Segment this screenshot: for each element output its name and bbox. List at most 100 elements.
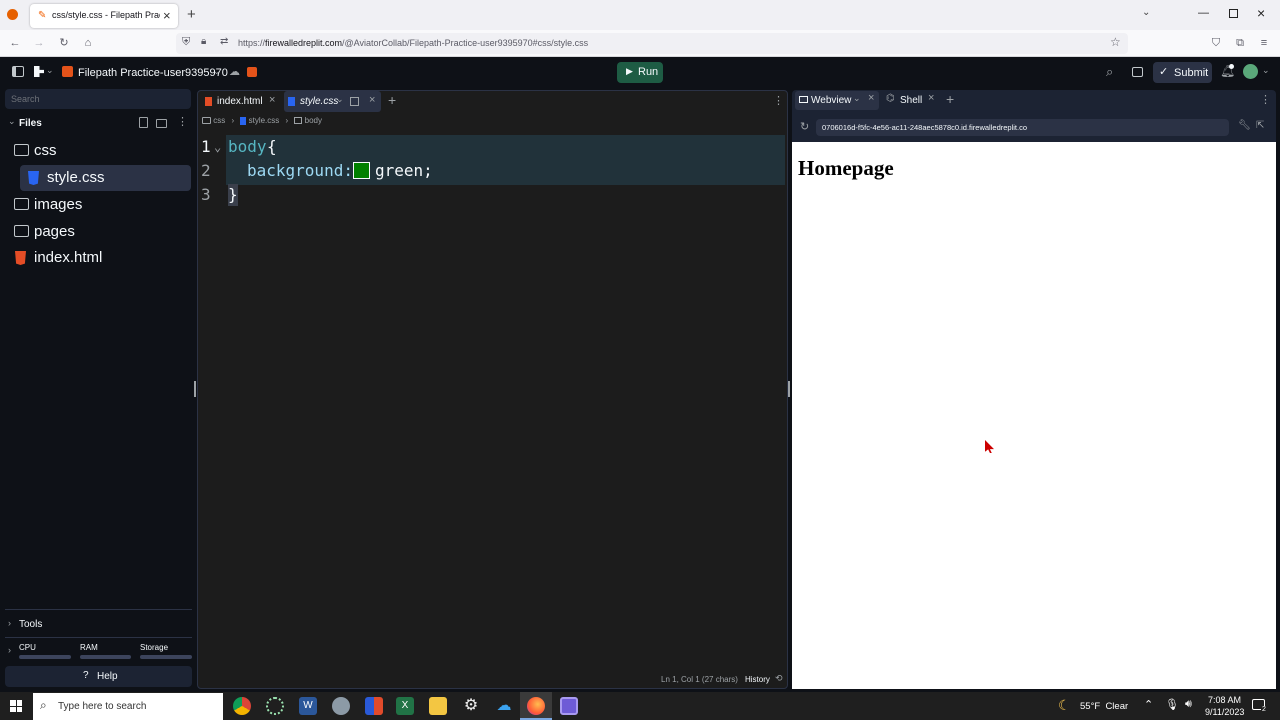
split-view-icon[interactable] bbox=[350, 97, 359, 106]
file-item-images-folder[interactable]: images bbox=[6, 192, 191, 218]
file-explorer-icon[interactable] bbox=[429, 697, 447, 715]
help-button[interactable]: ? Help bbox=[5, 666, 192, 687]
firefox-menu-icon[interactable] bbox=[7, 9, 18, 20]
history-icon[interactable]: ⟲ bbox=[775, 673, 783, 684]
files-more-icon[interactable]: ⋮ bbox=[177, 115, 188, 128]
file-item-style-css[interactable]: style.css bbox=[20, 165, 191, 191]
reload-icon[interactable]: ↻ bbox=[55, 30, 73, 57]
back-icon[interactable]: ← bbox=[6, 30, 24, 57]
project-name[interactable]: Filepath Practice-user9395970 bbox=[78, 67, 228, 79]
new-folder-icon[interactable] bbox=[156, 119, 167, 128]
cursor-position[interactable]: Ln 1, Col 1 (27 chars) bbox=[661, 675, 738, 684]
clock-date[interactable]: 9/11/2023 bbox=[1205, 707, 1244, 717]
url-bar[interactable]: ⛨ 🔒︎ ⇄ https://firewalledreplit.com/@Avi… bbox=[176, 33, 1128, 54]
file-search-input[interactable]: Search bbox=[5, 89, 191, 109]
avatar[interactable] bbox=[1243, 64, 1258, 79]
tab-shell[interactable]: ⌬ Shell × bbox=[884, 91, 940, 110]
editor-more-icon[interactable]: ⋮ bbox=[773, 94, 784, 107]
loader-app-icon[interactable] bbox=[266, 697, 284, 715]
devtools-icon[interactable]: 🔧︎ bbox=[1238, 120, 1251, 131]
color-swatch[interactable] bbox=[353, 162, 370, 179]
cloud-icon[interactable]: ☁ bbox=[229, 65, 240, 78]
shield-icon[interactable]: ⛨ bbox=[182, 36, 190, 49]
extensions-icon[interactable]: ⧉ bbox=[1231, 30, 1249, 57]
chat-icon[interactable] bbox=[1132, 67, 1143, 77]
breadcrumb-item[interactable]: style.css bbox=[249, 116, 280, 125]
forward-icon[interactable]: → bbox=[30, 30, 48, 57]
onedrive-icon[interactable]: ☁ bbox=[495, 697, 513, 715]
tab-webview[interactable]: Webview ⌄ × bbox=[795, 91, 879, 110]
file-item-css-folder[interactable]: css bbox=[6, 138, 191, 164]
webview-url-input[interactable]: 0706016d-f5fc-4e56-ac11-248aec5878c0.id.… bbox=[816, 119, 1229, 136]
sidebar-resize-handle[interactable] bbox=[194, 381, 196, 397]
logo-chevron-icon[interactable]: ⌄ bbox=[46, 65, 54, 76]
lock-icon[interactable]: 🔒︎ bbox=[201, 36, 206, 47]
breadcrumb-item[interactable]: css bbox=[213, 116, 225, 125]
tab-chevron-icon[interactable]: ⌄ bbox=[853, 93, 861, 104]
file-item-pages-folder[interactable]: pages bbox=[6, 219, 191, 245]
run-button[interactable]: ▶ Run bbox=[617, 62, 663, 83]
close-window-icon[interactable]: × bbox=[1257, 5, 1265, 21]
minimize-icon[interactable]: — bbox=[1198, 7, 1209, 19]
new-editor-tab-icon[interactable]: + bbox=[388, 92, 396, 108]
tab-close-icon[interactable]: × bbox=[269, 94, 275, 106]
paint-app-icon[interactable] bbox=[332, 697, 350, 715]
replit-logo-icon[interactable] bbox=[34, 66, 44, 77]
editor-tab-style[interactable]: style.css ⌄ × bbox=[284, 91, 381, 112]
resources-chevron-icon[interactable]: › bbox=[8, 645, 11, 655]
code-line-3[interactable]: 3 } bbox=[198, 184, 788, 208]
taskbar-search-input[interactable]: ⌕ Type here to search bbox=[33, 693, 223, 720]
home-icon[interactable]: ⌂ bbox=[79, 30, 97, 57]
tab-close-icon[interactable]: × bbox=[369, 94, 375, 106]
tab-close-icon[interactable]: × bbox=[163, 8, 171, 23]
new-file-icon[interactable] bbox=[139, 117, 148, 128]
weather-text[interactable]: 55°F Clear bbox=[1080, 701, 1128, 712]
editor-tab-index[interactable]: index.html × bbox=[202, 91, 284, 112]
history-button[interactable]: History bbox=[745, 675, 770, 684]
word-icon[interactable]: W bbox=[299, 697, 317, 715]
tab-chevron-icon[interactable]: ⌄ bbox=[336, 94, 344, 105]
new-tab-button[interactable]: + bbox=[187, 6, 196, 23]
bookmark-star-icon[interactable]: ☆ bbox=[1110, 35, 1121, 49]
tools-label[interactable]: Tools bbox=[19, 619, 42, 630]
dotreplit-icon[interactable] bbox=[247, 67, 257, 77]
tab-close-icon[interactable]: × bbox=[928, 92, 934, 104]
new-pane-tab-icon[interactable]: + bbox=[946, 91, 954, 107]
excel-icon[interactable]: X bbox=[396, 697, 414, 715]
volume-icon[interactable]: 🔊︎ bbox=[1185, 698, 1192, 711]
firefox-taskbar-active[interactable] bbox=[520, 692, 552, 720]
files-collapse-icon[interactable]: ⌄ bbox=[8, 116, 16, 127]
open-new-tab-icon[interactable]: ⇱ bbox=[1256, 120, 1264, 131]
restore-icon[interactable] bbox=[1229, 9, 1238, 18]
toggle-sidebar-icon[interactable] bbox=[12, 66, 24, 77]
permissions-icon[interactable]: ⇄ bbox=[220, 36, 228, 47]
media-app-icon[interactable] bbox=[365, 697, 383, 715]
tools-chevron-icon[interactable]: › bbox=[8, 618, 11, 628]
hidden-icons-chevron-icon[interactable]: ⌃ bbox=[1144, 698, 1153, 711]
search-icon[interactable]: ⌕ bbox=[1106, 64, 1113, 80]
weather-icon[interactable]: ☾ bbox=[1058, 697, 1071, 714]
webview-reload-icon[interactable]: ↻ bbox=[800, 120, 809, 133]
project-chevron-icon[interactable]: ⌄ bbox=[213, 66, 221, 77]
code-line-2[interactable]: 2 background: green; bbox=[198, 160, 788, 184]
breadcrumb-item[interactable]: body bbox=[305, 116, 322, 125]
fold-chevron-icon[interactable]: ⌄ bbox=[214, 136, 221, 158]
pocket-icon[interactable]: ⛉ bbox=[1207, 30, 1225, 57]
code-line-1[interactable]: 1 ⌄ body { bbox=[198, 136, 788, 160]
files-heading[interactable]: Files bbox=[19, 118, 42, 129]
microphone-icon[interactable]: 🎙︎ bbox=[1165, 698, 1179, 711]
clock-time[interactable]: 7:08 AM bbox=[1208, 695, 1241, 705]
settings-gear-icon[interactable]: ⚙ bbox=[462, 697, 480, 715]
submit-button[interactable]: ✓ Submit bbox=[1153, 62, 1212, 83]
avatar-chevron-icon[interactable]: ⌄ bbox=[1262, 65, 1270, 76]
webview-more-icon[interactable]: ⋮ bbox=[1260, 93, 1271, 106]
tab-list-icon[interactable]: ⌄ bbox=[1142, 7, 1150, 18]
chrome-icon[interactable] bbox=[233, 697, 251, 715]
tab-close-icon[interactable]: × bbox=[868, 92, 874, 104]
editor-resize-handle[interactable] bbox=[788, 381, 790, 397]
menu-icon[interactable]: ≡ bbox=[1255, 30, 1273, 57]
windows-start-icon[interactable] bbox=[10, 700, 22, 712]
file-item-index-html[interactable]: index.html bbox=[6, 245, 191, 271]
devtool-app-icon[interactable] bbox=[560, 697, 578, 715]
browser-tab-active[interactable]: ✎ css/style.css - Filepath Practice × bbox=[30, 4, 178, 28]
